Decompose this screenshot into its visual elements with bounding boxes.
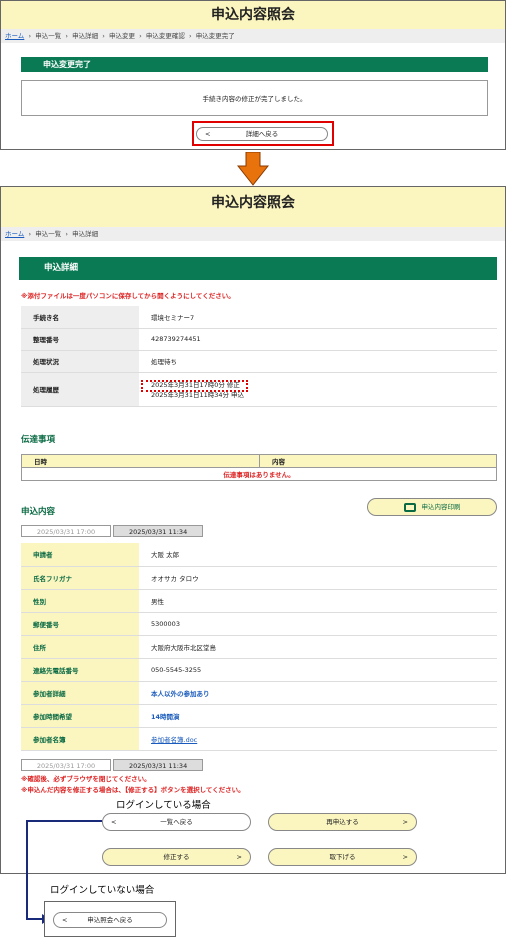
row-value: 大阪府大阪市北区堂島 bbox=[139, 635, 497, 659]
row-value: 男性 bbox=[139, 589, 497, 613]
breadcrumb: ホーム › 申込一覧 › 申込詳細 › 申込変更 › 申込変更確認 › 申込変更… bbox=[1, 29, 505, 43]
chevron-left-icon: < bbox=[62, 916, 68, 924]
row-value: 5300003 bbox=[139, 612, 497, 636]
notice-title: 伝達事項 bbox=[21, 435, 56, 445]
table-row: 整理番号 428739274451 bbox=[21, 328, 497, 351]
back-to-inquiry-button[interactable]: < 申込照会へ戻る bbox=[53, 912, 167, 928]
table-header-row: 日時 内容 bbox=[21, 454, 497, 468]
page-title: 申込内容照会 bbox=[1, 1, 505, 29]
section-header: 申込変更完了 bbox=[21, 57, 488, 72]
breadcrumb-item: 申込詳細 bbox=[72, 32, 99, 40]
printer-icon bbox=[403, 502, 416, 512]
table-row: 住所 大阪府大阪市北区堂島 bbox=[21, 635, 497, 659]
row-value: 本人以外の参加あり bbox=[139, 681, 497, 705]
row-value: オオサカ タロウ bbox=[139, 566, 497, 590]
tab-version[interactable]: 2025/03/31 17:00 bbox=[21, 759, 111, 771]
file-link[interactable]: 参加者名簿.doc bbox=[151, 736, 197, 744]
withdraw-button[interactable]: 取下げる > bbox=[268, 848, 417, 866]
tab-version-active[interactable]: 2025/03/31 11:34 bbox=[113, 525, 204, 537]
row-value: 大阪 太郎 bbox=[139, 543, 497, 567]
logged-in-caption: ログインしている場合 bbox=[116, 800, 211, 811]
row-label: 処理状況 bbox=[21, 350, 139, 373]
section-header: 申込詳細 bbox=[19, 257, 497, 280]
row-label: 住所 bbox=[21, 635, 139, 659]
row-label: 連絡先電話番号 bbox=[21, 658, 139, 682]
breadcrumb-item: 申込一覧 bbox=[35, 230, 62, 238]
empty-message: 伝達事項はありません。 bbox=[21, 467, 497, 481]
version-tabs: 2025/03/31 17:00 2025/03/31 11:34 bbox=[21, 525, 204, 537]
tab-version[interactable]: 2025/03/31 17:00 bbox=[21, 525, 111, 537]
col-content: 内容 bbox=[259, 454, 497, 468]
row-label: 参加者名簿 bbox=[21, 727, 139, 751]
breadcrumb-item: 申込変更完了 bbox=[195, 32, 235, 40]
row-value: 処理待ち bbox=[139, 350, 497, 373]
detail-table: 手続き名 環境セミナー7 整理番号 428739274451 処理状況 処理待ち… bbox=[21, 306, 497, 407]
detail-screen: 申込内容照会 ホーム › 申込一覧 › 申込詳細 申込詳細 ※添付ファイルは一度… bbox=[0, 186, 506, 874]
breadcrumb: ホーム › 申込一覧 › 申込詳細 bbox=[1, 227, 505, 241]
row-value: 環境セミナー7 bbox=[139, 306, 497, 329]
down-arrow-icon bbox=[237, 152, 269, 186]
back-to-list-button[interactable]: < 一覧へ戻る bbox=[102, 813, 251, 831]
breadcrumb-home[interactable]: ホーム bbox=[5, 230, 24, 238]
logged-out-box: < 申込照会へ戻る bbox=[44, 901, 176, 937]
table-row: 参加時間希望 14時開演 bbox=[21, 704, 497, 728]
row-label: 参加者詳細 bbox=[21, 681, 139, 705]
completion-message: 手続き内容の修正が完了しました。 bbox=[21, 80, 488, 116]
row-value: 14時開演 bbox=[139, 704, 497, 728]
row-value: 参加者名簿.doc bbox=[139, 727, 497, 751]
breadcrumb-item: 申込変更確認 bbox=[145, 32, 185, 40]
table-row: 連絡先電話番号 050-5545-3255 bbox=[21, 658, 497, 682]
chevron-right-icon: > bbox=[236, 853, 242, 861]
row-label: 郵便番号 bbox=[21, 612, 139, 636]
row-label: 参加時間希望 bbox=[21, 704, 139, 728]
table-row: 参加者詳細 本人以外の参加あり bbox=[21, 681, 497, 705]
content-title: 申込内容 bbox=[21, 507, 56, 517]
breadcrumb-item: 申込詳細 bbox=[72, 230, 99, 238]
chevron-left-icon: < bbox=[111, 818, 117, 826]
col-date: 日時 bbox=[21, 454, 260, 468]
modify-warning: ※申込んだ内容を修正する場合は、【修正する】ボタンを選択してください。 bbox=[21, 786, 245, 794]
chevron-right-icon: > bbox=[402, 853, 408, 861]
table-row: 性別 男性 bbox=[21, 589, 497, 613]
logged-out-caption: ログインしていない場合 bbox=[50, 885, 155, 896]
content-table: 申請者 大阪 太郎 氏名フリガナ オオサカ タロウ 性別 男性 郵便番号 5300003… bbox=[21, 543, 497, 751]
row-label: 処理履歴 bbox=[21, 372, 139, 407]
chevron-left-icon: < bbox=[205, 130, 211, 138]
table-row: 処理状況 処理待ち bbox=[21, 350, 497, 373]
tab-version-active[interactable]: 2025/03/31 11:34 bbox=[113, 759, 204, 771]
row-label: 氏名フリガナ bbox=[21, 566, 139, 590]
page-title: 申込内容照会 bbox=[1, 187, 505, 227]
chevron-right-icon: > bbox=[402, 818, 408, 826]
notice-table: 日時 内容 伝達事項はありません。 bbox=[21, 454, 497, 481]
breadcrumb-home[interactable]: ホーム bbox=[5, 32, 24, 40]
table-row: 伝達事項はありません。 bbox=[21, 467, 497, 481]
modify-button[interactable]: 修正する > bbox=[102, 848, 251, 866]
row-value: 428739274451 bbox=[139, 328, 497, 351]
print-button[interactable]: 申込内容印刷 bbox=[367, 498, 497, 516]
close-browser-warning: ※確認後、必ずブラウザを閉じてください。 bbox=[21, 775, 151, 783]
table-row: 参加者名簿 参加者名簿.doc bbox=[21, 727, 497, 751]
table-row: 手続き名 環境セミナー7 bbox=[21, 306, 497, 329]
row-label: 手続き名 bbox=[21, 306, 139, 329]
table-row: 氏名フリガナ オオサカ タロウ bbox=[21, 566, 497, 590]
table-row: 処理履歴 2025年3月31日17時0分 修正 2025年3月31日11時34分… bbox=[21, 372, 497, 407]
breadcrumb-item: 申込一覧 bbox=[35, 32, 62, 40]
reapply-button[interactable]: 再申込する > bbox=[268, 813, 417, 831]
highlight-frame bbox=[141, 380, 248, 392]
connector-line bbox=[26, 820, 102, 822]
row-label: 性別 bbox=[21, 589, 139, 613]
connector-line bbox=[26, 820, 28, 920]
table-row: 申請者 大阪 太郎 bbox=[21, 543, 497, 567]
row-label: 整理番号 bbox=[21, 328, 139, 351]
row-label: 申請者 bbox=[21, 543, 139, 567]
attachment-warning: ※添付ファイルは一度パソコンに保存してから開くようにしてください。 bbox=[21, 292, 235, 300]
table-row: 郵便番号 5300003 bbox=[21, 612, 497, 636]
back-to-detail-button[interactable]: < 詳細へ戻る bbox=[196, 127, 328, 141]
version-tabs-bottom: 2025/03/31 17:00 2025/03/31 11:34 bbox=[21, 759, 204, 771]
completion-screen: 申込内容照会 ホーム › 申込一覧 › 申込詳細 › 申込変更 › 申込変更確認… bbox=[0, 0, 506, 150]
row-value: 050-5545-3255 bbox=[139, 658, 497, 682]
breadcrumb-item: 申込変更 bbox=[108, 32, 135, 40]
